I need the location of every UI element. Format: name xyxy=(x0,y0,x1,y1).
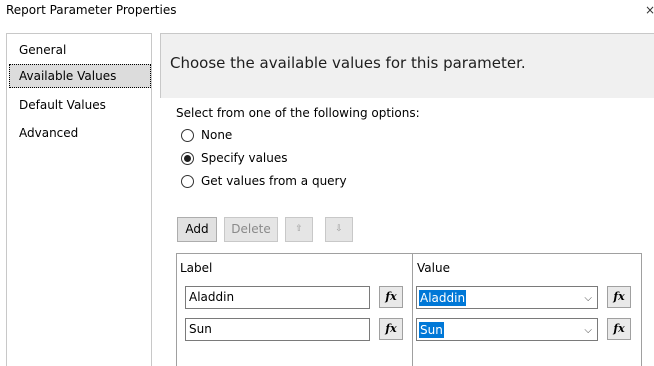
radio-get-values-from-query[interactable]: Get values from a query xyxy=(181,172,347,190)
value-selected-text-row-1[interactable]: Aladdin xyxy=(419,290,467,306)
value-expression-button-row-1[interactable]: fx xyxy=(607,286,631,308)
radio-none[interactable]: None xyxy=(181,126,232,144)
nav-item-default-values[interactable]: Default Values xyxy=(9,93,151,117)
label-expression-button-row-1[interactable]: fx xyxy=(379,286,403,308)
value-expression-button-row-2[interactable]: fx xyxy=(607,318,631,340)
nav-item-general[interactable]: General xyxy=(9,38,151,62)
window-title: Report Parameter Properties xyxy=(6,3,177,17)
function-icon: fx xyxy=(385,322,397,335)
add-button[interactable]: Add xyxy=(177,217,217,242)
function-icon: fx xyxy=(613,290,625,303)
value-combo-row-1[interactable]: Aladdin ⌵ xyxy=(416,286,598,309)
label-column-header: Label xyxy=(180,261,213,275)
content-panel: Choose the available values for this par… xyxy=(160,33,654,366)
column-divider xyxy=(412,254,413,366)
nav-item-advanced[interactable]: Advanced xyxy=(9,121,151,145)
radio-specify-values[interactable]: Specify values xyxy=(181,149,288,167)
radio-specify-values-label[interactable]: Specify values xyxy=(201,151,288,165)
radio-get-values-from-query-label[interactable]: Get values from a query xyxy=(201,174,347,188)
value-combo-row-2[interactable]: Sun ⌵ xyxy=(416,318,598,341)
values-grid: Label Value Aladdin fx Aladdin ⌵ fx Sun … xyxy=(176,253,642,366)
radio-none-circle[interactable] xyxy=(181,128,194,142)
arrow-down-icon: ⇩ xyxy=(335,224,343,234)
nav-item-available-values[interactable]: Available Values xyxy=(9,64,151,88)
value-selected-text-row-2[interactable]: Sun xyxy=(419,322,444,338)
function-icon: fx xyxy=(613,322,625,335)
radio-specify-values-circle[interactable] xyxy=(181,151,194,165)
chevron-down-icon[interactable]: ⌵ xyxy=(584,320,592,340)
value-column-header: Value xyxy=(417,261,450,275)
close-icon[interactable]: × xyxy=(645,2,654,18)
arrow-up-icon: ⇧ xyxy=(295,224,303,234)
label-expression-button-row-2[interactable]: fx xyxy=(379,318,403,340)
content-header: Choose the available values for this par… xyxy=(160,33,654,98)
move-up-button[interactable]: ⇧ xyxy=(285,217,313,242)
move-down-button[interactable]: ⇩ xyxy=(325,217,353,242)
label-input-row-1[interactable]: Aladdin xyxy=(185,286,370,309)
page-heading: Choose the available values for this par… xyxy=(170,54,526,72)
chevron-down-icon[interactable]: ⌵ xyxy=(584,288,592,308)
page-navigation: General Available Values Default Values … xyxy=(6,33,152,366)
options-instructions: Select from one of the following options… xyxy=(176,106,420,120)
delete-button[interactable]: Delete xyxy=(224,217,278,242)
function-icon: fx xyxy=(385,290,397,303)
radio-get-values-from-query-circle[interactable] xyxy=(181,174,194,188)
title-bar: Report Parameter Properties × xyxy=(0,0,654,26)
label-input-row-2[interactable]: Sun xyxy=(185,318,370,341)
radio-none-label[interactable]: None xyxy=(201,128,232,142)
